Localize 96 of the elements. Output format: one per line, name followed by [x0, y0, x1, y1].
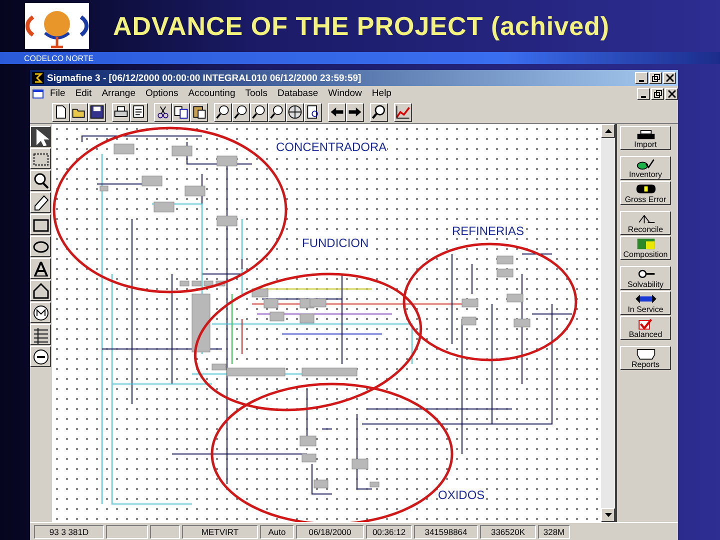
slide-title: ADVANCE OF THE PROJECT (achived) [113, 10, 610, 42]
function-button[interactable]: Gross Error [620, 181, 671, 205]
open-folder-button[interactable] [70, 102, 88, 122]
area-label: FUNDICION [302, 236, 369, 250]
ellipse-tool[interactable] [30, 236, 51, 257]
paste-button[interactable] [190, 102, 208, 122]
magnifier-icon [32, 172, 50, 190]
arrow-pointer-tool[interactable] [30, 126, 51, 147]
new-file-button[interactable] [52, 102, 70, 122]
function-button[interactable]: In Service [620, 291, 671, 315]
text-tool-icon [32, 260, 50, 278]
menu-item[interactable]: File [46, 88, 70, 99]
status-field: Auto [260, 524, 294, 538]
zoom-area-button[interactable] [250, 102, 268, 122]
circled-link-icon [32, 348, 50, 366]
area-label: OXIDOS [438, 488, 485, 502]
function-button[interactable]: Inventory [620, 156, 671, 180]
left-arrow-button[interactable] [328, 102, 346, 122]
zoom-fit-button[interactable] [268, 102, 286, 122]
scissors-button[interactable] [154, 102, 172, 122]
status-field: 06/18/2000 [296, 524, 364, 538]
menu-item[interactable]: Arrange [98, 88, 140, 99]
trend-chart-icon [395, 103, 411, 121]
paste-icon [191, 103, 207, 121]
company-name: CODELCO NORTE [24, 54, 94, 62]
zoom-out-button[interactable] [232, 102, 250, 122]
find-page-button[interactable] [304, 102, 322, 122]
dashed-rectangle-tool[interactable] [30, 148, 51, 169]
empty-status-pane [150, 524, 180, 538]
floppy-disk-button[interactable] [88, 102, 106, 122]
status-field: 93 3 381D [34, 524, 104, 538]
status-field: 00:36:12 [366, 524, 412, 538]
empty-status-pane [106, 524, 148, 538]
magnifier-tool[interactable] [30, 170, 51, 191]
minimize-button[interactable] [637, 88, 650, 100]
zoom-fit-icon [269, 103, 285, 121]
function-button[interactable]: Solvability [620, 266, 671, 290]
pen-icon [32, 194, 50, 212]
function-button[interactable]: Composition [620, 236, 671, 260]
menu-item[interactable]: Window [324, 88, 366, 99]
area-label: REFINERIAS [452, 224, 524, 238]
new-file-icon [53, 103, 69, 121]
menu-item[interactable]: Edit [71, 88, 96, 99]
app-icon [32, 72, 44, 84]
zoom-out-icon [233, 103, 249, 121]
pen-tool[interactable] [30, 192, 51, 213]
circled-node-icon [32, 304, 50, 322]
area-label: CONCENTRADORA [276, 140, 387, 154]
close-button[interactable] [663, 72, 676, 84]
down-arrow-icon [604, 513, 612, 517]
scroll-down-button[interactable] [601, 508, 615, 522]
rectangle-tool[interactable] [30, 214, 51, 235]
menu-item[interactable]: Tools [241, 88, 272, 99]
status-field: METVIRT [182, 524, 258, 538]
menu-item[interactable]: Help [368, 88, 396, 99]
function-button[interactable]: Reconcile [620, 211, 671, 235]
function-button[interactable]: Reports [620, 346, 671, 370]
function-button[interactable]: Import [620, 126, 671, 150]
find-page-icon [305, 103, 321, 121]
copy-button[interactable] [172, 102, 190, 122]
zoom-in-icon [215, 103, 231, 121]
minimize-button[interactable] [635, 72, 648, 84]
minimize-icon [639, 80, 644, 82]
function-button[interactable]: Balanced [620, 316, 671, 340]
circled-node-tool[interactable] [30, 302, 51, 323]
scroll-up-button[interactable] [601, 124, 615, 138]
zoom-area-icon [251, 103, 267, 121]
stacked-lines-icon [32, 326, 50, 344]
window-title: Sigmafine 3 - [06/12/2000 00:00:00 INTEGRAL010 06/12/2000 23:59:59] [47, 72, 362, 84]
menu-item[interactable]: Accounting [184, 88, 240, 99]
status-field: 336520K [480, 524, 536, 538]
text-tool-tool[interactable] [30, 258, 51, 279]
stacked-lines-tool[interactable] [30, 324, 51, 345]
house-tool[interactable] [30, 280, 51, 301]
status-field: 328M [538, 524, 570, 538]
menu-item[interactable]: Database [273, 88, 322, 99]
search-icon [371, 103, 387, 121]
print-preview-button[interactable] [130, 102, 148, 122]
restore-button[interactable] [651, 88, 664, 100]
printer-button[interactable] [112, 102, 130, 122]
zoom-in-button[interactable] [214, 102, 232, 122]
close-icon [666, 74, 674, 82]
trend-chart-button[interactable] [394, 102, 412, 122]
copy-icon [173, 103, 189, 121]
close-icon [668, 90, 676, 98]
minimize-icon [641, 96, 646, 98]
close-button[interactable] [665, 88, 678, 100]
print-preview-icon [131, 103, 147, 121]
restore-button[interactable] [649, 72, 662, 84]
circled-link-tool[interactable] [30, 346, 51, 367]
up-arrow-icon [604, 129, 612, 133]
house-icon [32, 282, 50, 300]
menu-item[interactable]: Options [142, 88, 182, 99]
search-button[interactable] [370, 102, 388, 122]
status-field: 341598864 [414, 524, 478, 538]
right-arrow-button[interactable] [346, 102, 364, 122]
